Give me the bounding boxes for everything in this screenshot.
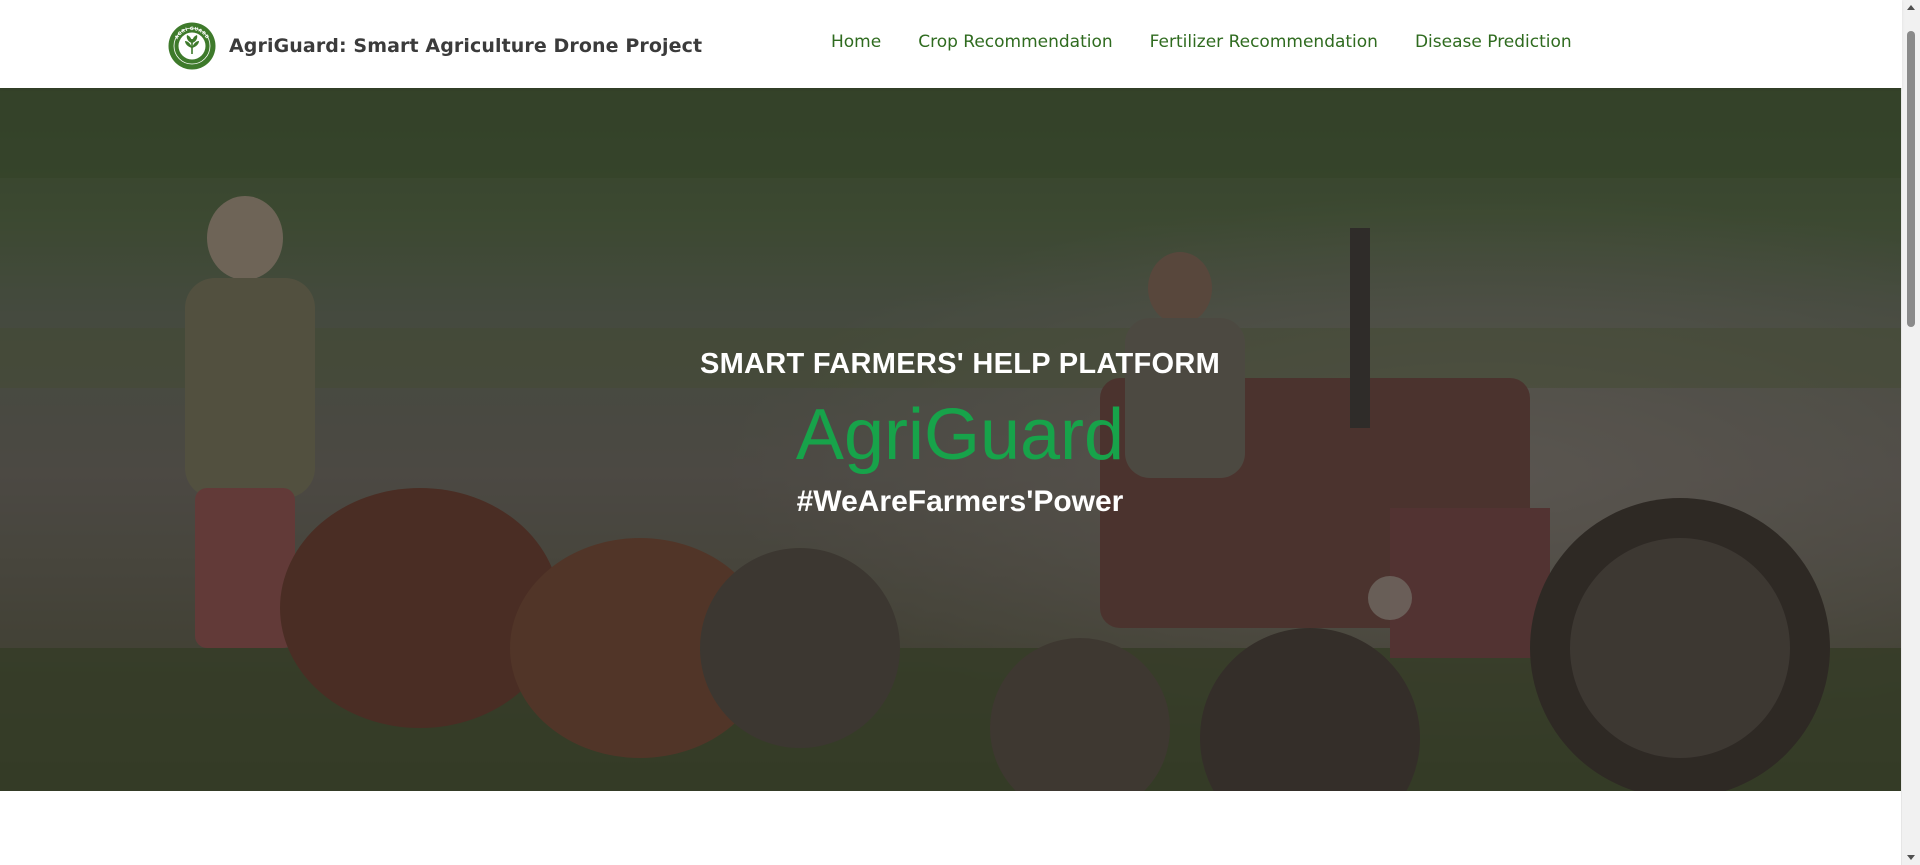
hero-section: SMART FARMERS' HELP PLATFORM AgriGuard #… [0, 88, 1902, 791]
hero-title: AgriGuard [795, 395, 1125, 475]
page: AGRI GUARD AgriGuard: Smart Agriculture … [0, 0, 1920, 865]
hero-hashtag: #WeAreFarmers'Power [796, 485, 1124, 518]
scroll-down-arrow-icon[interactable] [1907, 855, 1915, 860]
nav-item-crop-recommendation: Crop Recommendation [918, 30, 1112, 54]
navbar: AGRI GUARD AgriGuard: Smart Agriculture … [0, 0, 1902, 88]
nav-link-home[interactable]: Home [831, 30, 881, 54]
nav-menu: Home Crop Recommendation Fertilizer Reco… [831, 30, 1572, 54]
hero-content: SMART FARMERS' HELP PLATFORM AgriGuard #… [0, 346, 1902, 521]
nav-item-disease-prediction: Disease Prediction [1415, 30, 1572, 54]
hero-tagline: SMART FARMERS' HELP PLATFORM [699, 348, 1221, 380]
nav-link-crop-recommendation[interactable]: Crop Recommendation [918, 30, 1112, 54]
nav-link-fertilizer-recommendation[interactable]: Fertilizer Recommendation [1150, 30, 1378, 54]
brand-title: AgriGuard: Smart Agriculture Drone Proje… [229, 35, 703, 57]
nav-link-disease-prediction[interactable]: Disease Prediction [1415, 30, 1572, 54]
scrollbar-thumb[interactable] [1907, 31, 1915, 327]
nav-item-fertilizer-recommendation: Fertilizer Recommendation [1150, 30, 1378, 54]
logo-icon: AGRI GUARD [168, 22, 216, 70]
scroll-up-arrow-icon[interactable] [1907, 5, 1915, 10]
brand-link[interactable]: AGRI GUARD AgriGuard: Smart Agriculture … [168, 22, 702, 70]
vertical-scrollbar[interactable] [1901, 0, 1920, 865]
nav-item-home: Home [831, 30, 881, 54]
